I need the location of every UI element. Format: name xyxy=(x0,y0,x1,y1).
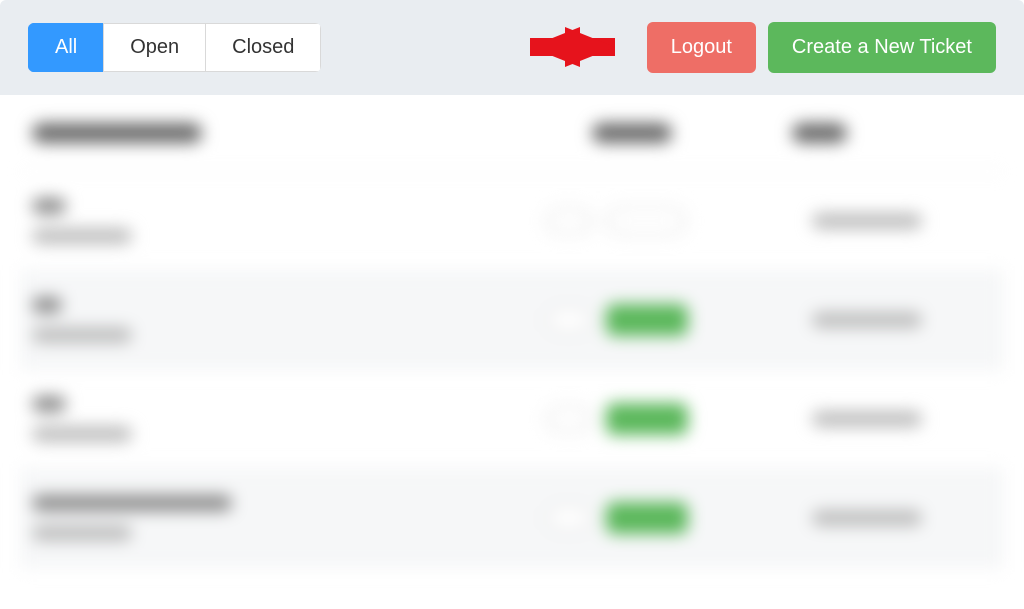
arrow-icon xyxy=(530,22,615,72)
filter-closed-button[interactable]: Closed xyxy=(205,23,321,72)
table-row[interactable] xyxy=(20,370,1004,469)
ticket-title xyxy=(32,495,232,511)
table-row[interactable] xyxy=(20,172,1004,271)
filter-all-button[interactable]: All xyxy=(28,23,103,72)
ticket-subtitle xyxy=(32,327,132,343)
toolbar: All Open Closed Logout Create a New Tick… xyxy=(0,0,1024,95)
ticket-list xyxy=(0,95,1024,568)
ticket-date xyxy=(812,213,922,229)
ticket-badge xyxy=(546,208,592,234)
status-badge xyxy=(606,403,688,435)
ticket-badge xyxy=(546,307,592,333)
ticket-badge xyxy=(546,406,592,432)
header-conversation xyxy=(32,123,202,143)
ticket-subtitle xyxy=(32,426,132,442)
ticket-subtitle xyxy=(32,228,132,244)
ticket-title xyxy=(32,198,66,214)
filter-open-button[interactable]: Open xyxy=(103,23,205,72)
status-badge xyxy=(606,502,688,534)
table-header xyxy=(20,95,1004,172)
logout-button[interactable]: Logout xyxy=(647,22,756,73)
ticket-date xyxy=(812,312,922,328)
status-badge xyxy=(606,304,688,336)
ticket-title xyxy=(32,396,66,412)
ticket-subtitle xyxy=(32,525,132,541)
table-row[interactable] xyxy=(20,469,1004,568)
ticket-badge xyxy=(546,505,592,531)
table-row[interactable] xyxy=(20,271,1004,370)
header-date xyxy=(792,123,847,143)
create-ticket-button[interactable]: Create a New Ticket xyxy=(768,22,996,73)
ticket-date xyxy=(812,411,922,427)
filter-group: All Open Closed xyxy=(28,23,321,72)
ticket-title xyxy=(32,297,62,313)
header-status xyxy=(592,123,672,143)
ticket-date xyxy=(812,510,922,526)
status-badge xyxy=(606,207,686,235)
